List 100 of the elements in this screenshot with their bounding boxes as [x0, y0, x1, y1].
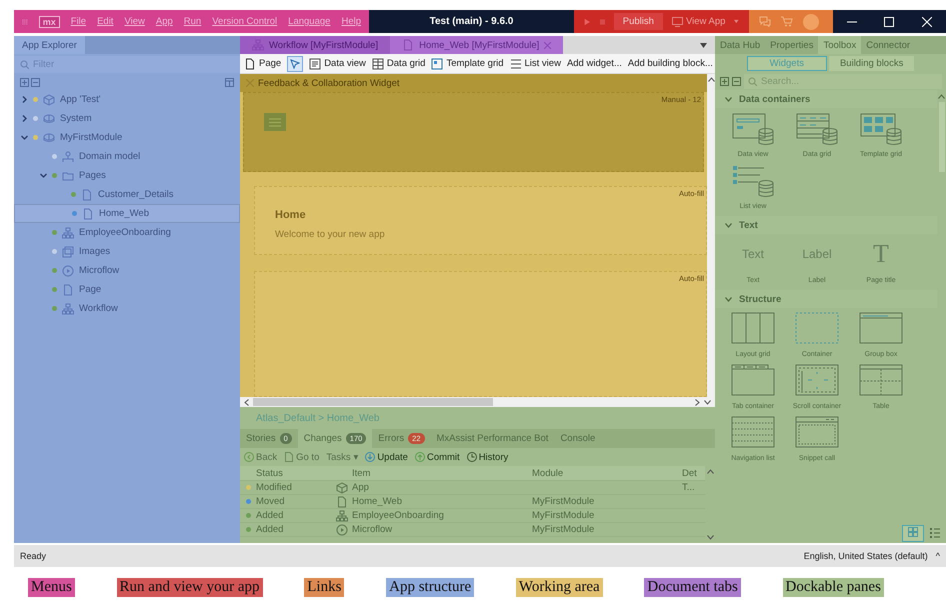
toolbar-button[interactable]: Data view [309, 58, 366, 70]
tree-item[interactable]: Home_Web [14, 204, 240, 223]
document-tab[interactable]: Workflow [MyFirstModule] [240, 36, 390, 54]
toolbar-button[interactable]: Commit [414, 452, 460, 462]
status-text: Ready [20, 551, 46, 561]
folder-icon [62, 170, 74, 182]
legend-label: Working area [516, 578, 603, 597]
toolbar-button[interactable]: Page [244, 58, 282, 70]
search-icon [748, 76, 757, 86]
scroll-thumb[interactable] [253, 398, 493, 406]
stop-icon [600, 18, 605, 26]
module-icon [43, 132, 55, 144]
collapse-all-icon [732, 76, 741, 86]
pointer-tool[interactable] [287, 56, 304, 72]
tree-item[interactable]: Domain model [14, 147, 240, 166]
toolbar-button[interactable]: List view [510, 58, 561, 70]
chevron-right-icon[interactable] [20, 96, 28, 103]
hamburger-icon [269, 118, 281, 126]
scroll-right-icon [695, 398, 700, 406]
chevron-down-icon[interactable] [40, 172, 46, 179]
panel-tab[interactable]: Properties [765, 36, 818, 54]
menu-item[interactable]: Help [341, 16, 361, 27]
panel-tab[interactable]: Data Hub [715, 36, 766, 54]
scroll-down-icon [706, 535, 714, 540]
panel-tab[interactable]: Connector [861, 36, 916, 54]
toolbar-button[interactable]: Update [365, 452, 408, 462]
page-heading: Home [275, 209, 307, 221]
back-icon [244, 452, 254, 462]
mode-toggle[interactable]: Building blocks [828, 56, 914, 70]
expand-button[interactable]: ^ [936, 551, 940, 561]
panel-tab[interactable]: App Explorer [14, 36, 85, 54]
legend-label: Document tabs [644, 578, 741, 597]
cube-icon [336, 482, 348, 494]
navigation-list-icon [730, 415, 776, 449]
toolbar-button[interactable]: History [466, 452, 508, 462]
table-cell-text: MyFirstModule [532, 496, 596, 507]
tree-item[interactable]: Images [14, 242, 240, 261]
tree-item[interactable]: Customer_Details [14, 185, 240, 204]
tree-item[interactable]: System [14, 109, 240, 128]
list-view-icon [730, 163, 776, 197]
table-icon [858, 363, 904, 397]
chevron-right-icon[interactable] [20, 115, 28, 122]
container-icon [794, 311, 840, 345]
chevron-down-icon [725, 222, 732, 228]
table-cell-text: Added [256, 510, 284, 521]
group-box-icon [858, 311, 904, 345]
view-app-button[interactable]: View App [672, 16, 726, 27]
scroll-up-icon [708, 77, 714, 82]
table-cell-text: Moved [256, 496, 286, 507]
publish-button[interactable]: Publish [614, 13, 663, 30]
pane-tab[interactable]: Console [554, 429, 602, 448]
preview-text: Text [742, 246, 764, 263]
tree-item[interactable]: EmployeeOnboarding [14, 223, 240, 242]
section-header[interactable]: Data containers [715, 90, 937, 108]
tree-item[interactable]: Page [14, 280, 240, 299]
commit-icon [414, 452, 425, 462]
tree-item[interactable]: Microflow [14, 261, 240, 280]
section-header[interactable]: Text [715, 216, 937, 234]
document-tab[interactable]: Home_Web [MyFirstModule] [390, 36, 564, 54]
toolbar-button[interactable]: Data grid [372, 58, 426, 70]
app-logo[interactable]: mx [38, 16, 60, 28]
workflow-icon [336, 510, 348, 522]
avatar-icon [803, 14, 819, 30]
tree-item[interactable]: MyFirstModule [14, 128, 240, 147]
data-view-icon [309, 58, 322, 70]
tree-item[interactable]: Pages [14, 166, 240, 185]
panel-tab[interactable]: Toolbox [818, 36, 862, 54]
close-icon [544, 42, 552, 48]
toolbar-button[interactable]: Template grid [431, 58, 504, 70]
menu-item[interactable]: Run [184, 16, 202, 27]
language-indicator[interactable]: English, United States (default) [804, 551, 928, 561]
menu-item[interactable]: Language [288, 16, 330, 27]
tree-item[interactable]: App 'Test' [14, 90, 240, 109]
menu-item[interactable]: File [70, 16, 86, 27]
text-glyph-icon: T [873, 237, 889, 271]
column-header: Det [682, 468, 698, 478]
table-cell-text: Added [256, 524, 284, 535]
toolbar-button[interactable]: Add building block... [628, 58, 713, 69]
workflow-icon [62, 226, 74, 238]
menu-item[interactable]: Edit [97, 16, 114, 27]
pane-tab[interactable]: MxAssist Performance Bot [430, 429, 554, 448]
table-cell-text: App [352, 482, 370, 493]
workflow-icon [62, 302, 74, 314]
data-view-icon [730, 111, 776, 145]
data-grid-icon [794, 111, 840, 145]
menu-item[interactable]: View [124, 16, 145, 27]
menu-item[interactable]: Version Control [212, 16, 278, 27]
update-icon [365, 452, 376, 462]
breadcrumb[interactable]: Atlas_Default > Home_Web [256, 412, 380, 424]
list-view-icon [510, 58, 522, 70]
close-icon [922, 16, 932, 26]
monitor-icon [672, 16, 683, 26]
legend-label: Run and view your app [116, 578, 263, 597]
chevron-down-icon[interactable] [20, 134, 28, 141]
section-header[interactable]: Structure [715, 290, 937, 308]
menu-item[interactable]: App [156, 16, 173, 27]
toolbar-button[interactable]: Add widget... [566, 58, 622, 69]
mode-toggle[interactable]: Widgets [746, 56, 827, 70]
tree-item[interactable]: Workflow [14, 299, 240, 318]
cart-icon [781, 16, 793, 27]
